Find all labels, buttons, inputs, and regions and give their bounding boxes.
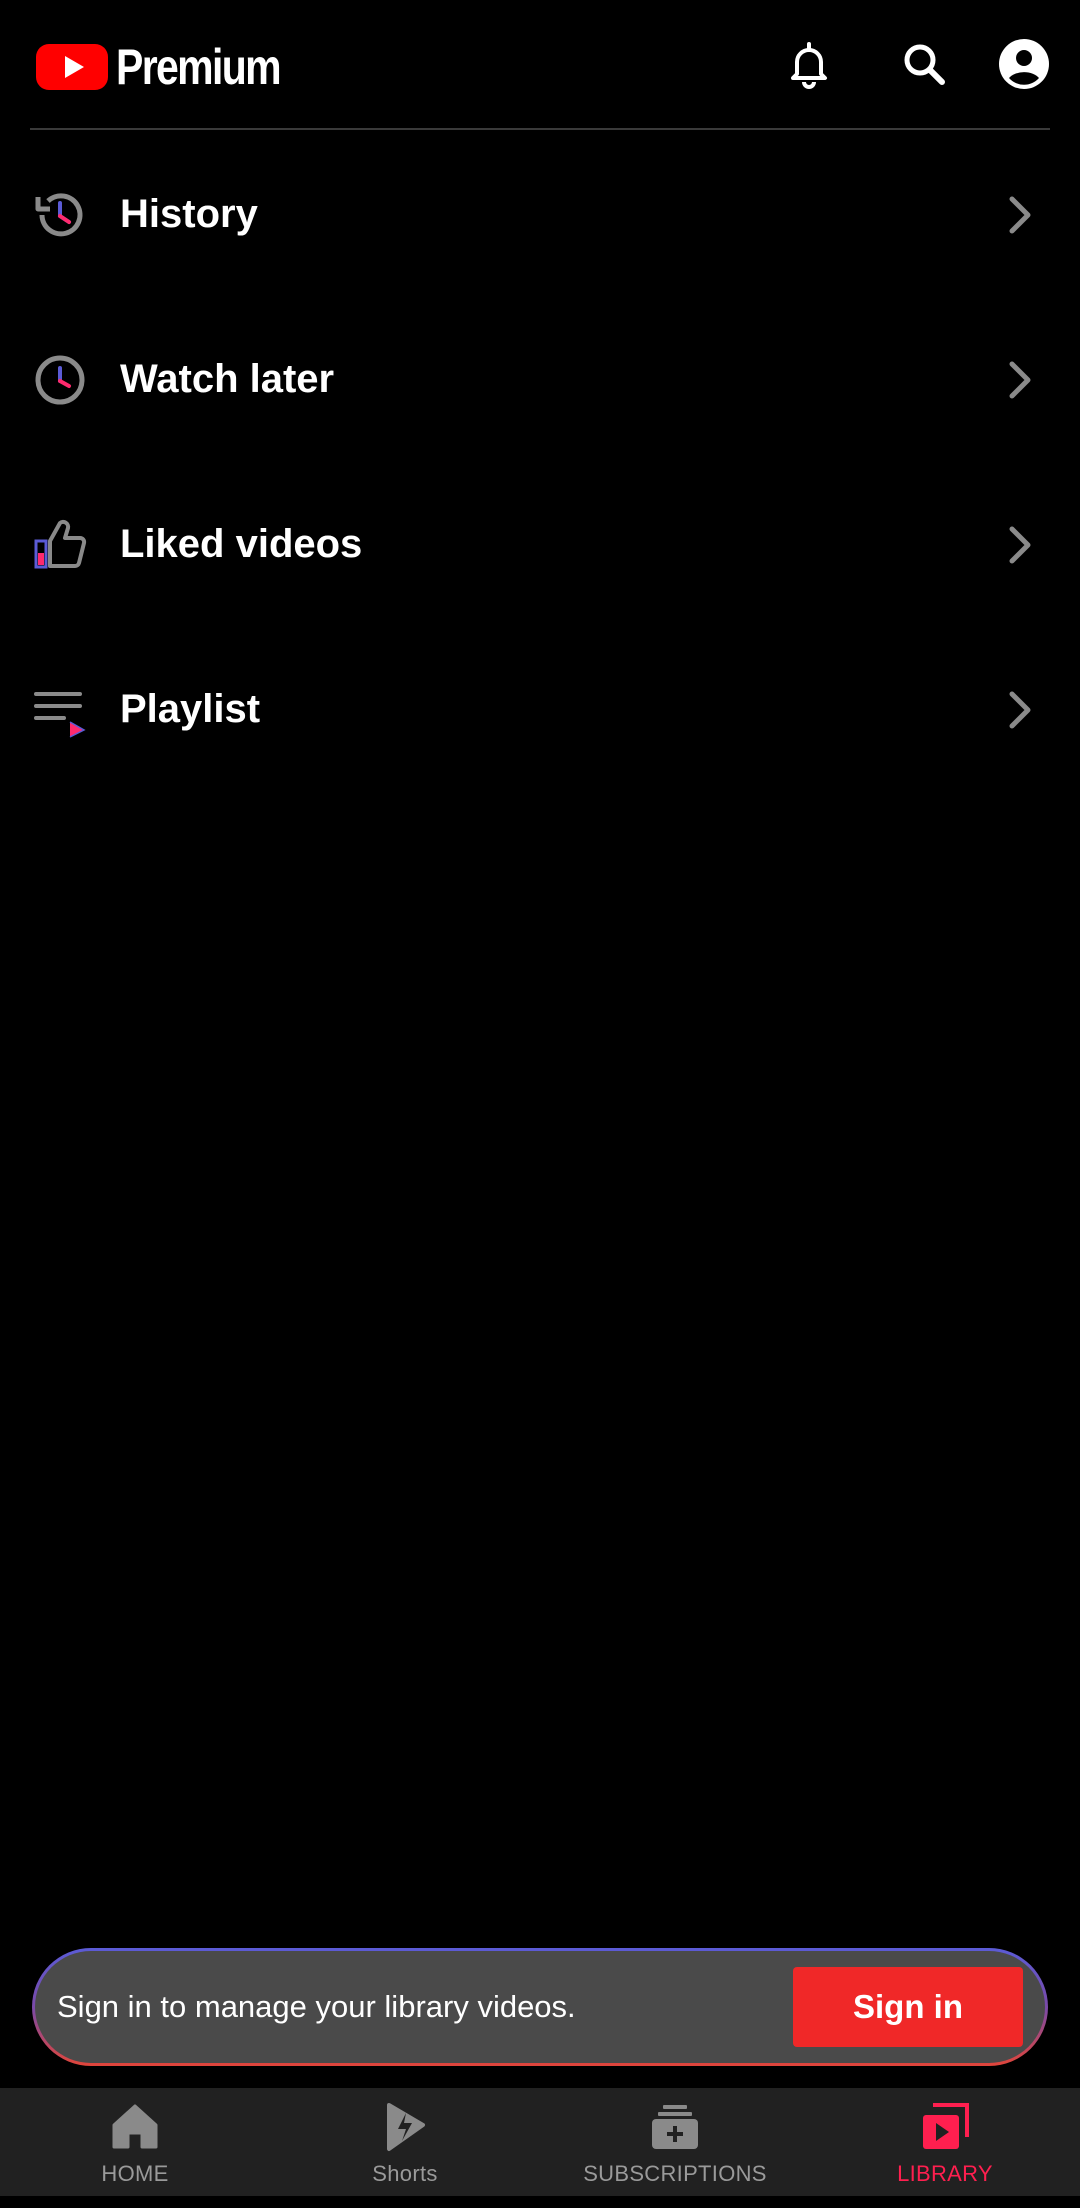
history-label: History: [120, 192, 258, 236]
playlist-icon: [32, 682, 88, 738]
sign-in-button[interactable]: Sign in: [793, 1967, 1023, 2047]
notifications-icon[interactable]: [781, 36, 837, 92]
nav-shorts-label: Shorts: [372, 2161, 438, 2186]
library-icon: [919, 2101, 971, 2153]
chevron-right-icon: [1000, 686, 1040, 734]
sign-in-message: Sign in to manage your library videos.: [57, 1989, 576, 2024]
youtube-logo-icon: [36, 44, 108, 90]
chevron-right-icon: [1000, 521, 1040, 569]
library-list: History Watch later Liked videos Playlis…: [0, 132, 1080, 792]
nav-home[interactable]: HOME: [0, 2088, 270, 2196]
nav-shorts[interactable]: Shorts: [270, 2088, 540, 2196]
sign-in-banner-body: Sign in to manage your library videos. S…: [35, 1951, 1045, 2063]
watch-later-row[interactable]: Watch later: [0, 297, 1080, 462]
nav-subscriptions[interactable]: SUBSCRIPTIONS: [540, 2088, 810, 2196]
sign-in-banner: Sign in to manage your library videos. S…: [32, 1948, 1048, 2066]
history-icon: [32, 187, 88, 243]
thumb-up-icon: [32, 517, 88, 573]
search-icon[interactable]: [896, 36, 952, 92]
playlist-row[interactable]: Playlist: [0, 627, 1080, 792]
app-header: Premium: [30, 0, 1050, 130]
liked-videos-row[interactable]: Liked videos: [0, 462, 1080, 627]
liked-videos-label: Liked videos: [120, 522, 363, 566]
watch-later-icon: [32, 352, 88, 408]
shorts-icon: [379, 2101, 431, 2153]
watch-later-label: Watch later: [120, 357, 335, 401]
subscriptions-icon: [649, 2101, 701, 2153]
home-icon: [109, 2101, 161, 2153]
nav-library[interactable]: LIBRARY: [810, 2088, 1080, 2196]
nav-subscriptions-label: SUBSCRIPTIONS: [583, 2161, 767, 2186]
chevron-right-icon: [1000, 356, 1040, 404]
brand-wordmark: Premium: [116, 39, 282, 95]
history-row[interactable]: History: [0, 132, 1080, 297]
account-icon[interactable]: [996, 36, 1052, 92]
nav-home-label: HOME: [101, 2161, 169, 2186]
system-nav-strip: [0, 2196, 1080, 2208]
chevron-right-icon: [1000, 191, 1040, 239]
bottom-navigation: HOME Shorts SUBSCRIPTIONS LIBRARY: [0, 2088, 1080, 2196]
playlist-label: Playlist: [120, 687, 261, 731]
library-screen: Premium History Watch later Liked videos…: [0, 0, 1080, 2208]
nav-library-label: LIBRARY: [897, 2161, 993, 2186]
youtube-premium-logo[interactable]: Premium: [36, 38, 316, 96]
